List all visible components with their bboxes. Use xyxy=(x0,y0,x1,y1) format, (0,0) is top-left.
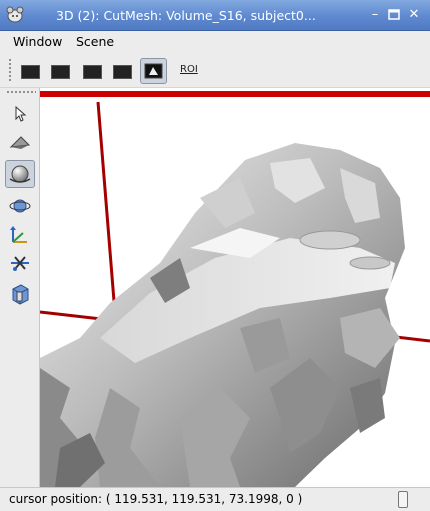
menu-scene[interactable]: Scene xyxy=(76,34,114,49)
sidebar-grip[interactable] xyxy=(6,90,36,94)
menu-window[interactable]: Window xyxy=(13,34,62,49)
orbit-icon[interactable] xyxy=(5,192,35,220)
toolbar: ROI xyxy=(0,52,430,88)
resize-grip-icon[interactable] xyxy=(398,491,408,508)
translate-axes-icon[interactable] xyxy=(5,221,35,249)
oblique-view-icon[interactable] xyxy=(109,58,136,84)
window-title: 3D (2): CutMesh: Volume_S16, subject0... xyxy=(56,8,316,23)
clip-box-icon[interactable] xyxy=(5,280,35,308)
rotate-sphere-icon[interactable] xyxy=(5,160,35,188)
title-bar[interactable]: 3D (2): CutMesh: Volume_S16, subject0...… xyxy=(0,0,430,31)
status-bar: cursor position: ( 119.531, 119.531, 73.… xyxy=(0,487,430,511)
sagittal-view-icon[interactable] xyxy=(79,58,106,84)
3d-view-icon[interactable] xyxy=(140,58,167,84)
cursor-position-readout: cursor position: ( 119.531, 119.531, 73.… xyxy=(9,492,303,506)
minimize-icon[interactable]: – xyxy=(367,7,383,23)
fly-plane-icon[interactable] xyxy=(5,129,35,157)
mouse-head-icon[interactable] xyxy=(5,5,25,25)
axial-view-icon[interactable] xyxy=(17,58,44,84)
close-icon[interactable]: ✕ xyxy=(406,7,422,23)
zoom-cut-icon[interactable] xyxy=(5,250,35,278)
tool-sidebar xyxy=(0,88,40,487)
3d-viewport[interactable] xyxy=(40,88,430,487)
toolbar-grip[interactable] xyxy=(8,58,12,82)
maximize-icon[interactable] xyxy=(386,7,402,23)
select-arrow-icon[interactable] xyxy=(5,100,35,128)
coronal-view-icon[interactable] xyxy=(47,58,74,84)
axis-line-top xyxy=(40,91,430,97)
roi-link[interactable]: ROI xyxy=(180,64,198,75)
menu-bar: Window Scene xyxy=(0,31,430,52)
